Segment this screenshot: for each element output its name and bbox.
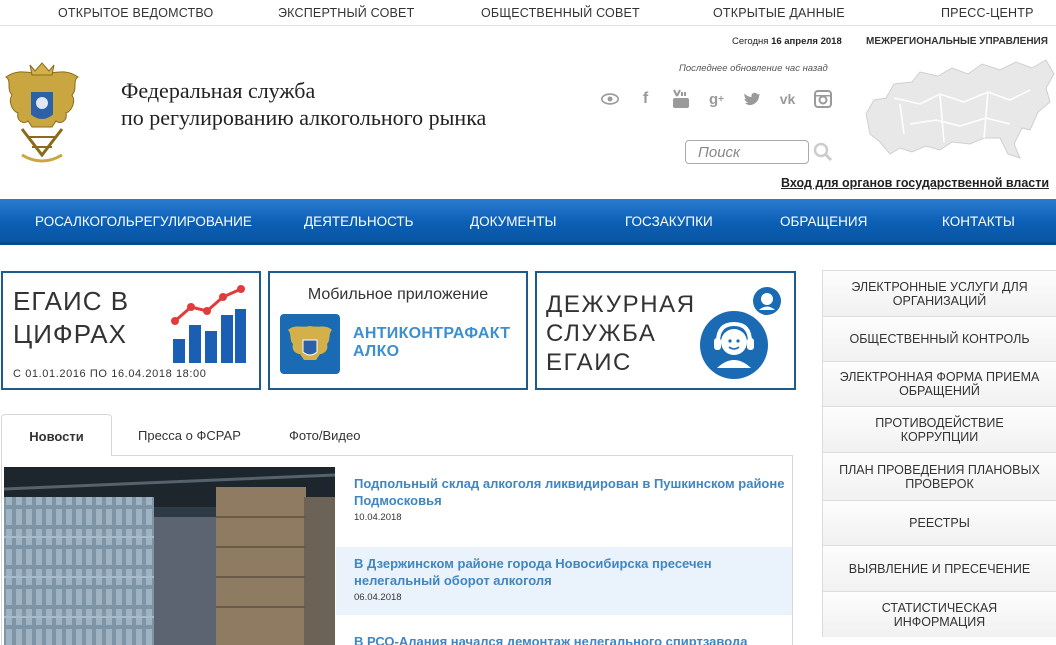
top-navigation: ОТКРЫТОЕ ВЕДОМСТВО ЭКСПЕРТНЫЙ СОВЕТ ОБЩЕ… bbox=[0, 0, 1056, 26]
news-item[interactable]: Подпольный склад алкоголя ликвидирован в… bbox=[336, 467, 792, 545]
today-value: 16 апреля 2018 bbox=[771, 36, 842, 47]
topnav-expert-council[interactable]: ЭКСПЕРТНЫЙ СОВЕТ bbox=[278, 6, 414, 20]
egais-duty-service-banner[interactable]: Дежурная служба ЕГАИС bbox=[535, 271, 796, 390]
russia-map-image[interactable] bbox=[860, 54, 1056, 166]
app-name-line2: АЛКО bbox=[353, 343, 400, 360]
news-date: 06.04.2018 bbox=[354, 592, 402, 603]
news-tabs: Новости Пресса о ФСРАР Фото/Видео bbox=[1, 414, 793, 456]
regional-offices-link[interactable]: МЕЖРЕГИОНАЛЬНЫЕ УПРАВЛЕНИЯ bbox=[866, 36, 1048, 47]
news-date: 10.04.2018 bbox=[354, 512, 402, 523]
eye-icon[interactable] bbox=[601, 89, 619, 109]
nav-contacts[interactable]: КОНТАКТЫ bbox=[942, 214, 1015, 229]
egais-stats-title: ЕГАИС в цифрах bbox=[13, 285, 129, 351]
egais-stats-banner[interactable]: ЕГАИС в цифрах С 01.01.2016 ПО 16.04.201… bbox=[1, 271, 261, 390]
bar-chart-icon bbox=[171, 285, 246, 363]
search-input[interactable] bbox=[685, 140, 809, 164]
news-title[interactable]: Подпольный склад алкоголя ликвидирован в… bbox=[354, 467, 792, 509]
last-update-note: Последнее обновление час назад bbox=[679, 63, 828, 74]
headset-operator-icon bbox=[700, 311, 768, 379]
sidebar-item-public-control[interactable]: ОБЩЕСТВЕННЫЙ КОНТРОЛЬ bbox=[822, 316, 1056, 361]
youtube-icon[interactable] bbox=[672, 89, 690, 109]
nav-activity[interactable]: ДЕЯТЕЛЬНОСТЬ bbox=[304, 214, 414, 229]
news-warehouse-photo[interactable] bbox=[4, 467, 335, 645]
sidebar-item-statistics[interactable]: СТАТИСТИЧЕСКАЯ ИНФОРМАЦИЯ bbox=[822, 591, 1056, 637]
double-headed-eagle-emblem-icon[interactable] bbox=[2, 55, 82, 175]
topnav-open-agency[interactable]: ОТКРЫТОЕ ВЕДОМСТВО bbox=[58, 6, 213, 20]
nav-procurement[interactable]: ГОСЗАКУПКИ bbox=[625, 214, 713, 229]
sidebar-item-appeal-form[interactable]: ЭЛЕКТРОННАЯ ФОРМА ПРИЕМА ОБРАЩЕНИЙ bbox=[822, 361, 1056, 406]
tab-press[interactable]: Пресса о ФСРАР bbox=[138, 414, 241, 456]
tab-photo-video[interactable]: Фото/Видео bbox=[289, 414, 360, 456]
news-item[interactable]: В Дзержинском районе города Новосибирска… bbox=[336, 547, 792, 615]
main-navigation: РОСАЛКОГОЛЬРЕГУЛИРОВАНИЕ ДЕЯТЕЛЬНОСТЬ ДО… bbox=[0, 199, 1056, 245]
tab-news[interactable]: Новости bbox=[1, 414, 112, 456]
news-title[interactable]: В РСО-Алания начался демонтаж нелегально… bbox=[354, 625, 792, 645]
twitter-icon[interactable] bbox=[743, 89, 761, 109]
today-date: Сегодня 16 апреля 2018 bbox=[732, 36, 842, 47]
search-icon[interactable] bbox=[813, 142, 833, 162]
google-plus-icon[interactable]: g + bbox=[708, 89, 726, 109]
app-name-line1: АНТИКОНТРАФАКТ bbox=[353, 325, 511, 342]
sidebar-item-inspection-plan[interactable]: ПЛАН ПРОВЕДЕНИЯ ПЛАНОВЫХ ПРОВЕРОК bbox=[822, 452, 1056, 500]
egais-period: С 01.01.2016 ПО 16.04.2018 18:00 bbox=[13, 368, 207, 380]
duty-title-line2: служба bbox=[546, 320, 657, 347]
nav-appeals[interactable]: ОБРАЩЕНИЯ bbox=[780, 214, 867, 229]
organization-name[interactable]: Федеральная служба по регулированию алко… bbox=[121, 77, 486, 131]
nav-documents[interactable]: ДОКУМЕНТЫ bbox=[470, 214, 556, 229]
today-label: Сегодня bbox=[732, 36, 769, 47]
org-name-line1: Федеральная служба bbox=[121, 78, 316, 103]
app-logo-icon bbox=[280, 314, 340, 374]
duty-title-line1: Дежурная bbox=[546, 291, 696, 318]
app-name: АНТИКОНТРАФАКТ АЛКО bbox=[353, 325, 510, 361]
sidebar-item-e-services[interactable]: ЭЛЕКТРОННЫЕ УСЛУГИ ДЛЯ ОРГАНИЗАЦИЙ bbox=[822, 270, 1056, 316]
sidebar-item-registries[interactable]: РЕЕСТРЫ bbox=[822, 500, 1056, 545]
sidebar-item-anti-corruption[interactable]: ПРОТИВОДЕЙСТВИЕ КОРРУПЦИИ bbox=[822, 406, 1056, 452]
gov-login-link[interactable]: Вход для органов государственной власти bbox=[781, 176, 1049, 190]
news-title[interactable]: В Дзержинском районе города Новосибирска… bbox=[354, 547, 792, 589]
duty-service-title: Дежурная служба ЕГАИС bbox=[546, 290, 696, 377]
egais-title-line1: ЕГАИС в bbox=[13, 286, 130, 316]
mobile-app-title: Мобильное приложение bbox=[307, 286, 489, 303]
duty-title-line3: ЕГАИС bbox=[546, 349, 632, 376]
topnav-press-center[interactable]: ПРЕСС-ЦЕНТР bbox=[941, 6, 1034, 20]
facebook-icon[interactable]: f bbox=[637, 89, 655, 109]
org-name-line2: по регулированию алкогольного рынка bbox=[121, 105, 487, 130]
nav-rosalkogol[interactable]: РОСАЛКОГОЛЬРЕГУЛИРОВАНИЕ bbox=[35, 214, 252, 229]
social-links: f g + vk bbox=[601, 89, 850, 113]
topnav-open-data[interactable]: ОТКРЫТЫЕ ДАННЫЕ bbox=[713, 6, 845, 20]
vk-icon[interactable]: vk bbox=[779, 89, 797, 109]
mobile-app-banner[interactable]: Мобильное приложение АНТИКОНТРАФАКТ АЛКО bbox=[268, 271, 528, 390]
topnav-public-council[interactable]: ОБЩЕСТВЕННЫЙ СОВЕТ bbox=[481, 6, 640, 20]
sidebar-item-detection[interactable]: ВЫЯВЛЕНИЕ И ПРЕСЕЧЕНИЕ bbox=[822, 545, 1056, 591]
news-item[interactable]: В РСО-Алания начался демонтаж нелегально… bbox=[336, 625, 792, 645]
instagram-icon[interactable] bbox=[814, 89, 832, 109]
egais-title-line2: цифрах bbox=[13, 319, 127, 349]
